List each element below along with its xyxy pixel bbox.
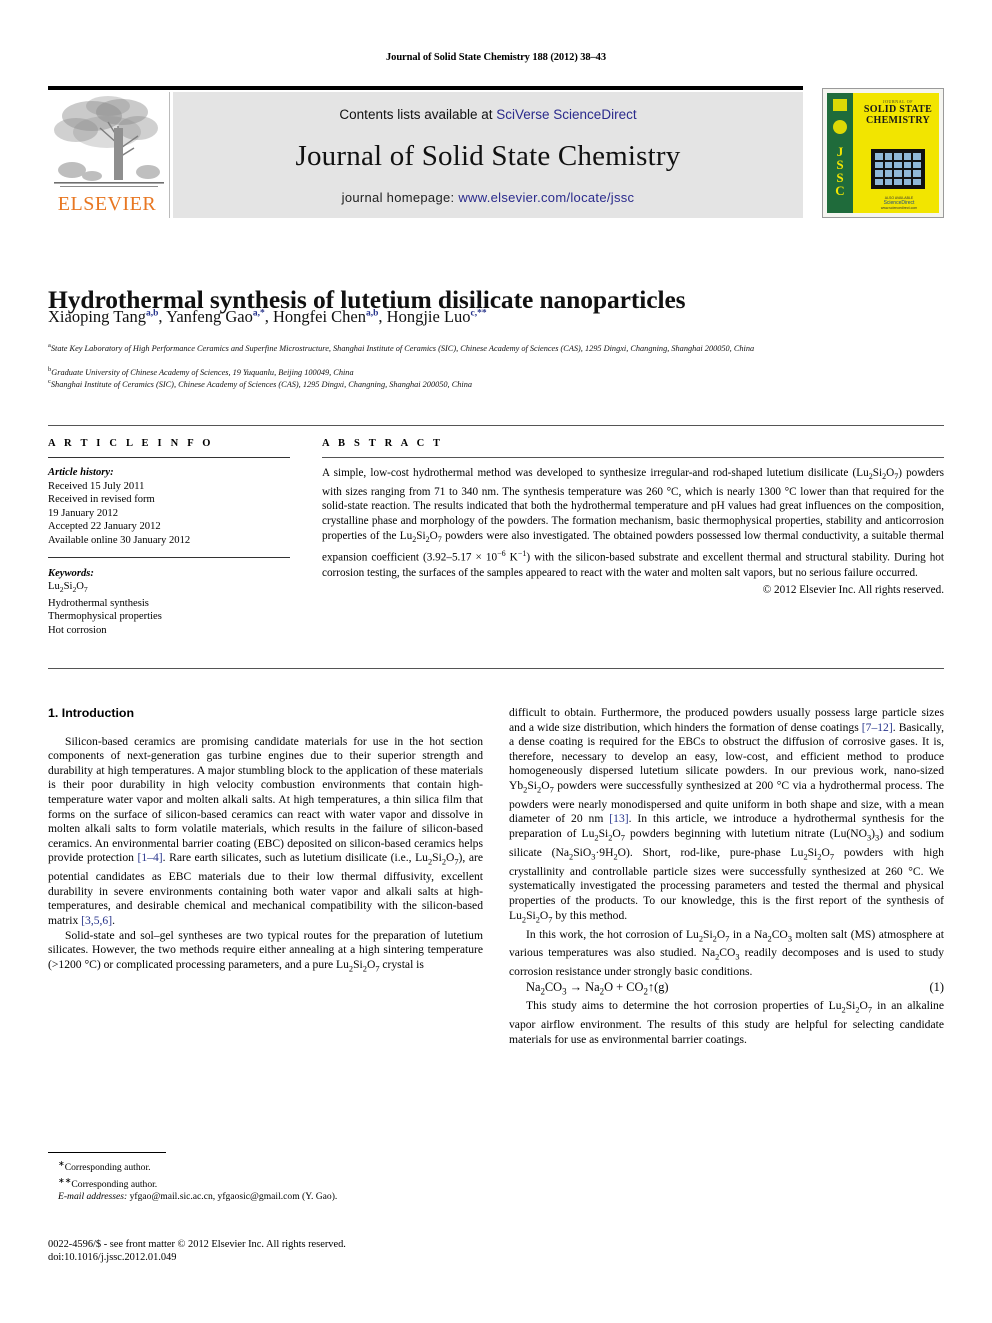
author-name: Xiaoping Tanga,b xyxy=(48,307,159,326)
footnote-corresponding-2: ∗∗Corresponding author. xyxy=(48,1175,483,1192)
citation-ref[interactable]: [1–4] xyxy=(138,851,163,864)
cover-inner: J S S C JOURNAL OF SOLID STATE CHEMISTRY xyxy=(827,93,939,213)
abstract-rule xyxy=(322,457,944,458)
author-affiliation-mark: c,** xyxy=(470,308,487,319)
keyword-item: Lu2Si2O7 xyxy=(48,581,88,595)
body-column-left: 1. Introduction Silicon-based ceramics a… xyxy=(48,706,483,977)
journal-masthead: ELSEVIER Contents lists available at Sci… xyxy=(48,86,944,218)
author-list: Xiaoping Tanga,b, Yanfeng Gaoa,*, Hongfe… xyxy=(48,307,487,326)
running-head: Journal of Solid State Chemistry 188 (20… xyxy=(386,52,606,63)
body-paragraph: In this work, the hot corrosion of Lu2Si… xyxy=(509,927,945,979)
author-name: Hongjie Luoc,** xyxy=(386,307,487,326)
citation-ref[interactable]: [7–12] xyxy=(862,721,893,734)
abstract-copyright: © 2012 Elsevier Inc. All rights reserved… xyxy=(762,584,944,597)
imprint-line-1: 0022-4596/$ - see front matter © 2012 El… xyxy=(48,1239,346,1250)
body-paragraph: Solid-state and sol–gel syntheses are tw… xyxy=(48,928,483,974)
affiliation-c: cShanghai Institute of Ceramics (SIC), C… xyxy=(48,378,472,389)
author-affiliation-mark: a,* xyxy=(252,308,265,319)
article-info-heading: A R T I C L E I N F O xyxy=(48,438,214,449)
cover-title-line-1: SOLID STATE xyxy=(863,104,933,115)
footnote-text: Corresponding author. xyxy=(64,1162,151,1174)
keyword-item: Thermophysical properties xyxy=(48,611,162,623)
footnote-mark-star: ∗ xyxy=(58,1159,65,1168)
article-info-column: A R T I C L E I N F O Article history: R… xyxy=(48,438,290,638)
body-paragraph: Silicon-based ceramics are promising can… xyxy=(48,734,483,928)
author-name: Yanfeng Gaoa,* xyxy=(166,307,265,326)
imprint-block: 0022-4596/$ - see front matter © 2012 El… xyxy=(48,1238,483,1264)
elsevier-logo: ELSEVIER xyxy=(48,92,170,218)
equation-1: Na2CO3 → Na2O + CO2↑(g) (1) xyxy=(509,980,944,999)
abstract-text: A simple, low-cost hydrothermal method w… xyxy=(322,467,944,579)
footnote-corresponding-1: ∗Corresponding author. xyxy=(48,1158,483,1175)
cover-footer-url: www.sciencedirect.com xyxy=(880,206,918,210)
article-history-label: Article history: xyxy=(48,467,114,478)
affiliation-mark: b xyxy=(48,366,52,373)
sciencedirect-link[interactable]: SciVerse ScienceDirect xyxy=(496,107,636,122)
keyword-item: Hydrothermal synthesis xyxy=(48,597,149,609)
abstract-column: A B S T R A C T A simple, low-cost hydro… xyxy=(322,438,944,596)
equation-body: Na2CO3 → Na2O + CO2↑(g) xyxy=(526,979,669,997)
cover-title-block: JOURNAL OF SOLID STATE CHEMISTRY xyxy=(857,99,939,126)
journal-title: Journal of Solid State Chemistry xyxy=(295,140,681,172)
citation-ref[interactable]: [3,5,6] xyxy=(81,914,112,927)
article-history-block: Article history: Received 15 July 2011 R… xyxy=(48,466,290,548)
article-info-separator xyxy=(48,556,290,558)
contents-prefix: Contents lists available at xyxy=(339,107,497,122)
section-heading-introduction: 1. Introduction xyxy=(48,706,135,720)
keywords-block: Keywords: Lu2Si2O7 Hydrothermal synthesi… xyxy=(48,567,290,638)
footnote-mark-double-star: ∗∗ xyxy=(58,1175,72,1185)
paper-page: Journal of Solid State Chemistry 188 (20… xyxy=(0,0,992,1323)
keywords-label: Keywords: xyxy=(48,567,94,579)
author-name: Hongfei Chena,b xyxy=(272,307,379,326)
contents-lists-line: Contents lists available at SciVerse Sci… xyxy=(173,107,803,122)
footnote-emails: E-mail addresses: yfgao@mail.sic.ac.cn, … xyxy=(48,1191,483,1203)
cover-spine-mark-icon xyxy=(833,99,847,111)
cover-artwork-lattice-icon xyxy=(875,153,921,185)
history-line: 19 January 2012 xyxy=(48,507,119,519)
imprint-line-2: doi:10.1016/j.jssc.2012.01.049 xyxy=(48,1252,177,1263)
footnote-block: ∗Corresponding author. ∗∗Corresponding a… xyxy=(48,1152,483,1204)
keyword-item: Hot corrosion xyxy=(48,625,107,637)
cover-artwork xyxy=(871,149,925,189)
history-line: Available online 30 January 2012 xyxy=(48,534,191,546)
history-line: Received in revised form xyxy=(48,494,155,506)
journal-homepage-line: journal homepage: www.elsevier.com/locat… xyxy=(173,190,803,205)
elsevier-tree-icon xyxy=(54,96,164,187)
cover-title-line-2: CHEMISTRY xyxy=(865,115,931,126)
info-band-bottom-rule xyxy=(48,668,944,669)
journal-homepage-link[interactable]: www.elsevier.com/locate/jssc xyxy=(458,190,634,205)
cover-spine-globe-icon xyxy=(833,120,847,134)
article-info-rule xyxy=(48,457,290,458)
equation-number: (1) xyxy=(929,979,944,994)
journal-cover-thumbnail: J S S C JOURNAL OF SOLID STATE CHEMISTRY xyxy=(822,88,944,218)
email-value[interactable]: yfgao@mail.sic.ac.cn, yfgaosic@gmail.com… xyxy=(130,1191,338,1202)
elsevier-wordmark: ELSEVIER xyxy=(57,193,157,215)
affiliation-mark: c xyxy=(48,378,51,385)
masthead-top-rule xyxy=(48,86,803,90)
footnote-text: Corresponding author. xyxy=(71,1178,158,1190)
author-affiliation-mark: a,b xyxy=(366,308,379,319)
affiliation-a: aState Key Laboratory of High Performanc… xyxy=(48,342,755,353)
info-band-top-rule xyxy=(48,425,944,426)
affiliation-mark: a xyxy=(48,342,51,349)
history-line: Received 15 July 2011 xyxy=(48,480,145,492)
abstract-heading: A B S T R A C T xyxy=(322,438,444,449)
masthead-band: Contents lists available at SciVerse Sci… xyxy=(173,92,803,218)
homepage-prefix: journal homepage: xyxy=(341,190,459,205)
spine-letter: C xyxy=(835,183,845,198)
body-paragraph: difficult to obtain. Furthermore, the pr… xyxy=(509,706,944,924)
history-line: Accepted 22 January 2012 xyxy=(48,521,161,533)
email-label: E-mail addresses: xyxy=(58,1191,128,1203)
footnote-rule xyxy=(48,1152,166,1153)
author-affiliation-mark: a,b xyxy=(146,308,159,319)
citation-ref[interactable]: [13] xyxy=(609,812,628,825)
cover-spine-letters: J S S C xyxy=(827,145,853,197)
body-column-right: difficult to obtain. Furthermore, the pr… xyxy=(509,706,944,1047)
cover-footer: ALSO AVAILABLE ScienceDirect www.science… xyxy=(857,196,939,210)
body-paragraph: This study aims to determine the hot cor… xyxy=(509,999,944,1046)
